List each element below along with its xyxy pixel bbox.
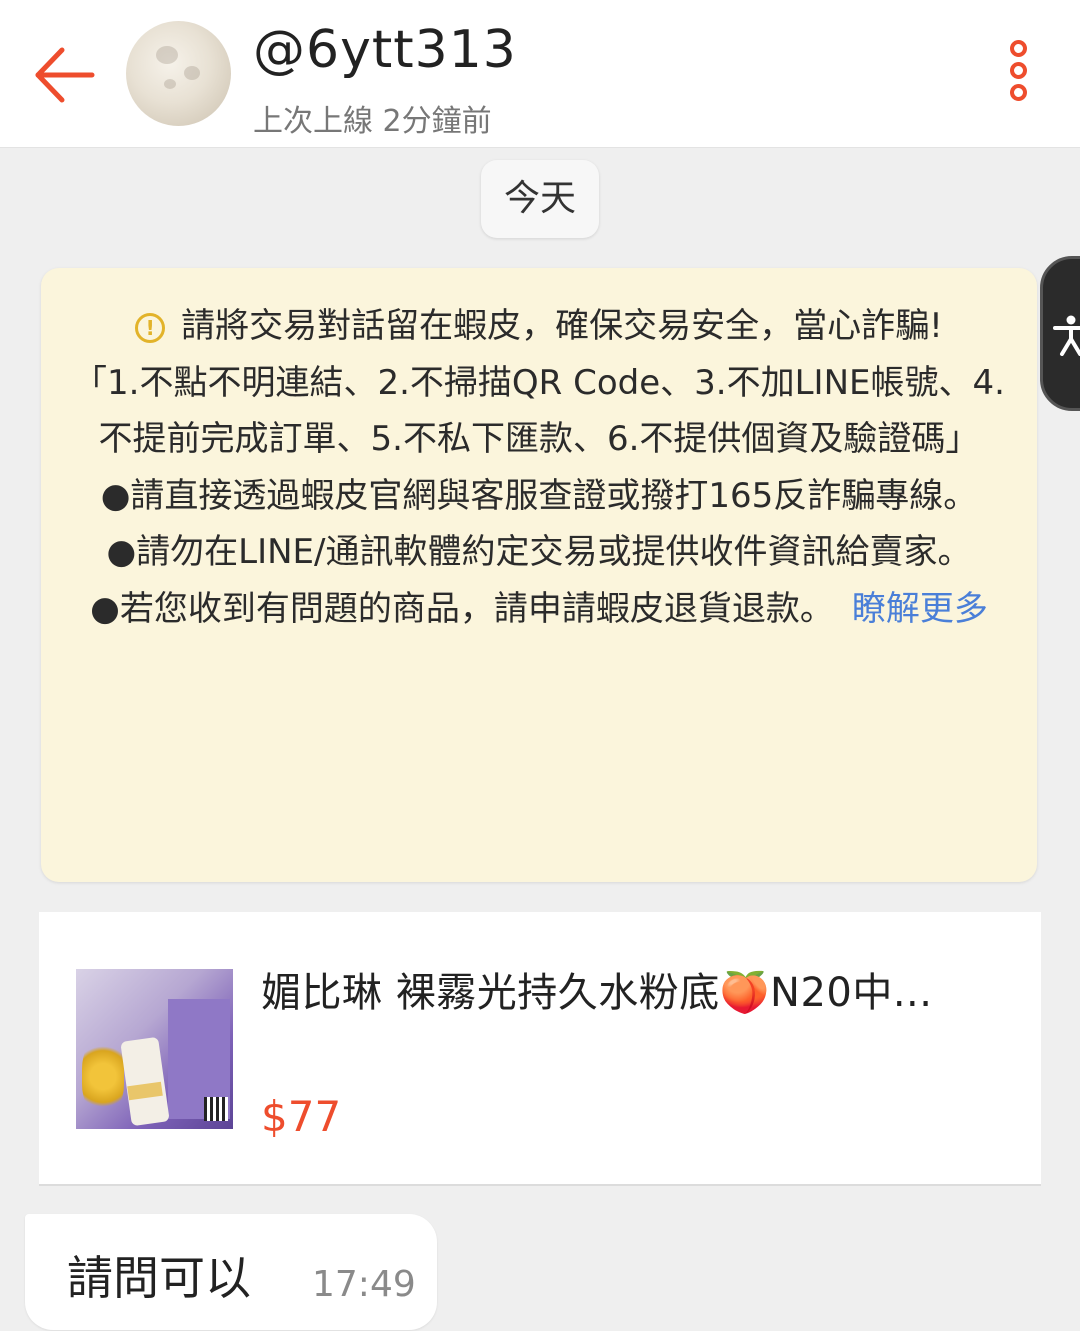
message-bubble[interactable]: 請問可以 17:49 — [25, 1214, 437, 1330]
notice-line-4: ●請勿在LINE/通訊軟體約定交易或提供收件資訊給賣家。 — [106, 532, 972, 572]
notice-line-3: ●請直接透過蝦皮官網與客服查證或撥打165反詐騙專線。 — [100, 475, 978, 516]
product-image — [76, 969, 233, 1129]
notice-line-5: ●若您收到有問題的商品，請申請蝦皮退貨退款。 — [90, 588, 834, 629]
notice-warning-line: ! 請將交易對話留在蝦皮，確保交易安全，當心詐騙! — [59, 298, 1019, 355]
warning-icon: ! — [135, 313, 166, 343]
chat-header: @6ytt313 上次上線 2分鐘前 — [0, 0, 1080, 148]
notice-last-line: ●若您收到有問題的商品，請申請蝦皮退貨退款。 瞭解更多 — [59, 581, 1019, 638]
safety-notice: ! 請將交易對話留在蝦皮，確保交易安全，當心詐騙! 「1.不點不明連結、2.不掃描… — [41, 268, 1037, 882]
last-seen-status: 上次上線 2分鐘前 — [253, 104, 492, 139]
more-vertical-icon — [1009, 40, 1027, 57]
more-dot — [1009, 62, 1027, 79]
product-card[interactable]: 媚比琳 裸霧光持久水粉底🍑N20中... $77 — [39, 912, 1041, 1186]
accessibility-icon — [1053, 315, 1080, 356]
notice-line-2: 「1.不點不明連結、2.不掃描QR Code、3.不加LINE帳號、4.不提前完… — [73, 362, 1005, 460]
arrow-left-icon — [35, 47, 95, 103]
accessibility-button[interactable] — [1040, 256, 1080, 411]
product-title: 媚比琳 裸霧光持久水粉底🍑N20中... — [261, 970, 933, 1016]
more-options-button[interactable] — [1000, 40, 1036, 106]
learn-more-link[interactable]: 瞭解更多 — [852, 589, 988, 629]
back-button[interactable] — [30, 40, 100, 110]
more-dot — [1009, 84, 1027, 101]
chat-username[interactable]: @6ytt313 — [253, 20, 517, 80]
product-price: $77 — [261, 1092, 342, 1141]
notice-line-1: 請將交易對話留在蝦皮，確保交易安全，當心詐騙! — [181, 306, 943, 346]
date-divider: 今天 — [481, 160, 599, 238]
avatar[interactable] — [126, 21, 231, 126]
message-text: 請問可以 — [67, 1251, 251, 1305]
message-timestamp: 17:49 — [312, 1264, 416, 1305]
